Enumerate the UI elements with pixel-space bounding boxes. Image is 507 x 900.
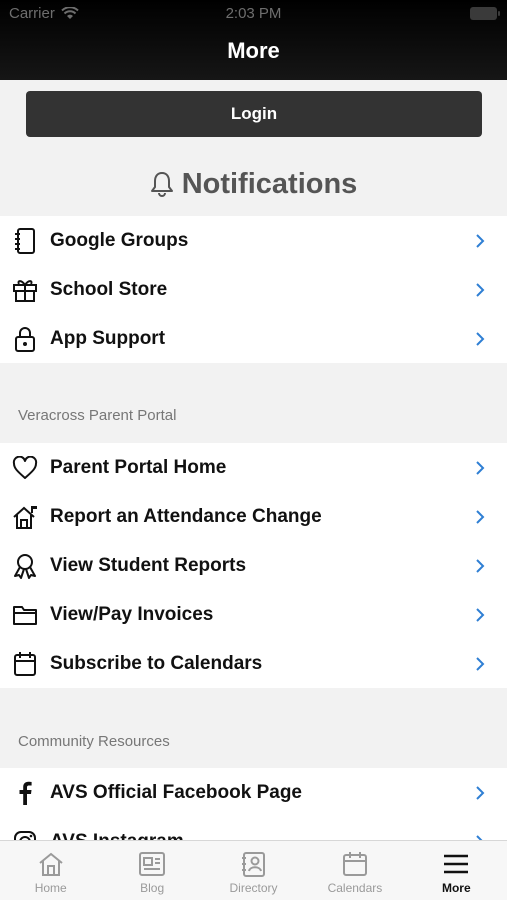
instagram-icon xyxy=(12,829,38,840)
list-item-label: Report an Attendance Change xyxy=(50,505,322,527)
tab-label: Home xyxy=(34,881,67,895)
tab-bar: Home Blog Directory Calendars More xyxy=(0,840,507,900)
menu-icon xyxy=(444,854,469,874)
list-item-label: Subscribe to Calendars xyxy=(50,652,263,674)
battery-icon xyxy=(470,7,500,20)
calendar-icon xyxy=(12,651,38,677)
list-item-label: View/Pay Invoices xyxy=(50,603,214,625)
community-group: AVS Official Facebook Page AVS Instagram xyxy=(0,768,507,840)
heart-icon xyxy=(12,455,38,481)
blog-icon xyxy=(139,852,166,876)
list-item-attendance-change[interactable]: Report an Attendance Change xyxy=(0,492,507,541)
notebook-icon xyxy=(12,228,38,254)
section-header-community: Community Resources xyxy=(18,733,170,750)
veracross-group: Parent Portal Home Report an Attendance … xyxy=(0,443,507,688)
chevron-right-icon xyxy=(476,234,485,248)
list-item-app-support[interactable]: App Support xyxy=(0,314,507,363)
list-item-parent-portal-home[interactable]: Parent Portal Home xyxy=(0,443,507,492)
links-group: Google Groups School Store App Support xyxy=(0,216,507,363)
tab-label: Directory xyxy=(229,881,278,895)
tab-label: More xyxy=(441,881,471,895)
tab-label: Calendars xyxy=(327,881,383,895)
home-icon xyxy=(39,852,63,876)
chevron-right-icon xyxy=(476,283,485,297)
chevron-right-icon xyxy=(476,510,485,524)
tab-more[interactable]: More xyxy=(406,841,507,900)
list-item-subscribe-calendars[interactable]: Subscribe to Calendars xyxy=(0,639,507,688)
lock-icon xyxy=(12,326,38,352)
status-bar: Carrier 2:03 PM xyxy=(0,0,507,28)
list-item-facebook[interactable]: AVS Official Facebook Page xyxy=(0,768,507,817)
calendar-icon xyxy=(342,852,367,876)
notifications-button[interactable]: Notifications xyxy=(0,162,507,206)
list-item-label: App Support xyxy=(50,327,166,349)
navigation-bar: Carrier 2:03 PM More xyxy=(0,0,507,80)
login-button[interactable]: Login xyxy=(26,91,482,137)
facebook-icon xyxy=(12,780,38,806)
list-item-student-reports[interactable]: View Student Reports xyxy=(0,541,507,590)
gift-icon xyxy=(12,277,38,303)
chevron-right-icon xyxy=(476,559,485,573)
chevron-right-icon xyxy=(476,461,485,475)
section-header-veracross: Veracross Parent Portal xyxy=(18,407,177,424)
folder-icon xyxy=(12,602,38,628)
list-item-label: Google Groups xyxy=(50,229,189,251)
list-item-label: Parent Portal Home xyxy=(50,456,227,478)
notifications-label: Notifications xyxy=(181,167,358,200)
chevron-right-icon xyxy=(476,657,485,671)
directory-icon xyxy=(241,852,265,877)
tab-directory[interactable]: Directory xyxy=(203,841,304,900)
list-item-invoices[interactable]: View/Pay Invoices xyxy=(0,590,507,639)
chevron-right-icon xyxy=(476,332,485,346)
tab-home[interactable]: Home xyxy=(0,841,101,900)
house-flag-icon xyxy=(12,504,38,530)
list-item-instagram[interactable]: AVS Instagram xyxy=(0,817,507,840)
list-item-label: AVS Official Facebook Page xyxy=(50,781,303,803)
tab-blog[interactable]: Blog xyxy=(101,841,202,900)
list-item-label: View Student Reports xyxy=(50,554,247,576)
tab-label: Blog xyxy=(140,881,165,895)
list-item-google-groups[interactable]: Google Groups xyxy=(0,216,507,265)
bell-icon xyxy=(150,172,173,197)
chevron-right-icon xyxy=(476,608,485,622)
list-item-label: School Store xyxy=(50,278,168,300)
status-time: 2:03 PM xyxy=(225,5,282,22)
page-title: More xyxy=(227,38,280,63)
ribbon-icon xyxy=(12,553,38,579)
list-item-label: AVS Instagram xyxy=(50,831,184,841)
chevron-right-icon xyxy=(476,786,485,800)
list-item-school-store[interactable]: School Store xyxy=(0,265,507,314)
tab-calendars[interactable]: Calendars xyxy=(304,841,405,900)
